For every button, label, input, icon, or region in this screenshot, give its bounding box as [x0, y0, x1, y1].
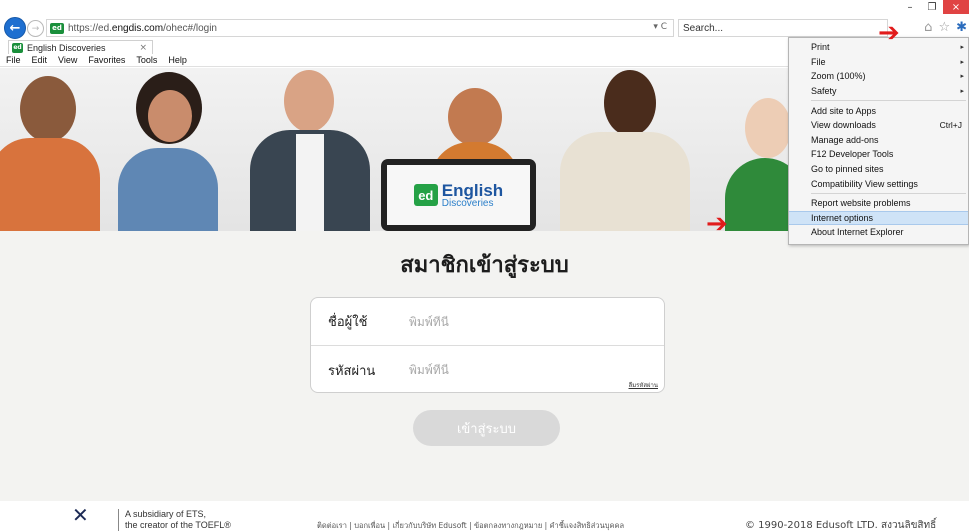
banner-tablet: ed English Discoveries [381, 159, 536, 231]
menu-item-go-to-pinned-sites[interactable]: Go to pinned sites [789, 162, 968, 177]
annotation-arrow-icon: ➔ [706, 209, 728, 239]
annotation-arrow-icon: ➔ [878, 18, 900, 48]
toolbar-icons: ⌂ ☆ ✱ [924, 20, 967, 35]
menu-separator [811, 192, 966, 194]
menu-item-shortcut: Ctrl+J [939, 120, 962, 131]
back-button[interactable]: ← [4, 17, 26, 39]
menu-item-compatibility-view-settings[interactable]: Compatibility View settings [789, 176, 968, 191]
password-row: รหัสผ่าน ลืมรหัสผ่าน [311, 346, 664, 394]
username-label: ชื่อผู้ใช้ [328, 315, 368, 330]
banner-person-3 [250, 68, 370, 231]
login-button[interactable]: เข้าสู่ระบบ [413, 410, 560, 446]
star-icon[interactable]: ☆ [938, 20, 950, 35]
login-title: สมาชิกเข้าสู่ระบบ [400, 253, 569, 278]
restore-button[interactable]: ❐ [921, 0, 943, 14]
submenu-arrow-icon: ▸ [960, 88, 964, 96]
menu-item-label: F12 Developer Tools [811, 149, 894, 160]
url-text[interactable]: https://ed.engdis.com/ohec#/login [68, 23, 217, 34]
tools-dropdown-menu: Print ▸ File ▸ Zoom (100%) ▸ Safety ▸ Add site … [788, 37, 969, 245]
ed-logo-mark: ed [413, 184, 438, 206]
menu-item-add-site-to-apps[interactable]: Add site to Apps [789, 103, 968, 118]
menu-tools[interactable]: Tools [136, 55, 157, 66]
menu-help[interactable]: Help [168, 55, 187, 66]
footer-links[interactable]: ติดต่อเรา | บอกเพื่อน | เกี่ยวกับบริษัท … [317, 520, 624, 531]
tab-close-icon[interactable]: × [139, 43, 147, 53]
brand-name-line1: English [441, 180, 504, 200]
menu-item-label: Report website problems [811, 198, 911, 209]
menu-item-label: Internet options [811, 212, 874, 223]
submenu-arrow-icon: ▸ [960, 73, 964, 81]
tab-favicon-icon: ed [12, 42, 23, 53]
menu-item-label: Add site to Apps [811, 105, 877, 116]
submenu-arrow-icon: ▸ [960, 44, 964, 52]
password-label: รหัสผ่าน [328, 363, 376, 379]
login-form: ชื่อผู้ใช้ รหัสผ่าน ลืมรหัสผ่าน [310, 297, 665, 393]
address-bar[interactable]: ed https://ed.engdis.com/ohec#/login ▾ C [46, 19, 674, 37]
window-controls: – ❐ × [899, 0, 969, 14]
menu-item-view-downloads[interactable]: View downloads Ctrl+J [789, 118, 968, 133]
brand-name-line2: Discoveries [441, 197, 494, 209]
footer: ✕ A subsidiary of ETS, the creator of th… [0, 501, 969, 531]
banner-person-5 [560, 68, 690, 231]
menu-separator [811, 100, 966, 102]
username-input[interactable] [409, 314, 609, 329]
gear-icon[interactable]: ✱ [956, 20, 967, 35]
search-input[interactable]: Search... [678, 19, 888, 37]
url-prefix: https://ed. [68, 22, 112, 34]
close-window-button[interactable]: × [943, 0, 969, 14]
url-domain: engdis.com [111, 22, 164, 34]
banner-person-2 [110, 68, 220, 231]
login-section: สมาชิกเข้าสู่ระบบ ชื่อผู้ใช้ รหัสผ่าน ลื… [0, 231, 969, 501]
forward-arrow-icon: → [31, 23, 40, 34]
menu-item-label: Compatibility View settings [811, 178, 918, 189]
minimize-button[interactable]: – [899, 0, 921, 14]
username-row: ชื่อผู้ใช้ [311, 298, 664, 346]
menu-item-label: Print [811, 42, 830, 53]
menu-edit[interactable]: Edit [32, 55, 48, 66]
menu-item-manage-add-ons[interactable]: Manage add-ons [789, 133, 968, 148]
submenu-arrow-icon: ▸ [960, 58, 964, 66]
refresh-dropdown-icon[interactable]: ▾ C [653, 22, 667, 32]
menu-item-label: File [811, 56, 826, 67]
ets-line-2: the creator of the TOEFL® [125, 520, 231, 530]
url-path: /ohec#/login [163, 22, 217, 34]
ets-line-1: A subsidiary of ETS, [125, 509, 207, 519]
menu-item-internet-options[interactable]: Internet options [789, 210, 968, 226]
back-arrow-icon: ← [9, 20, 21, 36]
menu-item-zoom-100[interactable]: Zoom (100%) ▸ [789, 69, 968, 84]
menu-item-file[interactable]: File ▸ [789, 55, 968, 70]
menu-item-label: Manage add-ons [811, 134, 879, 145]
site-favicon-icon: ed [50, 22, 64, 34]
home-icon[interactable]: ⌂ [924, 20, 932, 35]
forward-button[interactable]: → [27, 20, 44, 37]
copyright: © 1990-2018 Edusoft LTD. สงวนลิขสิทธิ์ [745, 520, 937, 531]
menu-item-safety[interactable]: Safety ▸ [789, 84, 968, 99]
menu-item-label: Go to pinned sites [811, 164, 884, 175]
menu-favorites[interactable]: Favorites [88, 55, 125, 66]
menu-item-f12-developer-tools[interactable]: F12 Developer Tools [789, 147, 968, 162]
banner-person-1 [0, 68, 100, 231]
ets-logo-icon: ✕ [72, 503, 89, 527]
menu-item-label: View downloads [811, 120, 876, 131]
menu-item-label: About Internet Explorer [811, 227, 904, 238]
tab-title: English Discoveries [27, 42, 106, 53]
password-input[interactable] [409, 363, 609, 377]
menu-view[interactable]: View [58, 55, 77, 66]
tab-english-discoveries[interactable]: ed English Discoveries × [8, 40, 153, 54]
menu-item-report-website-problems[interactable]: Report website problems [789, 196, 968, 211]
menu-item-label: Safety [811, 86, 837, 97]
menu-item-about-internet-explorer[interactable]: About Internet Explorer [789, 225, 968, 240]
ets-subsidiary-text: A subsidiary of ETS, the creator of the … [118, 509, 231, 531]
english-discoveries-logo: ed English Discoveries [387, 165, 530, 225]
menu-file[interactable]: File [6, 55, 21, 66]
forgot-password-link[interactable]: ลืมรหัสผ่าน [629, 380, 658, 390]
menu-item-label: Zoom (100%) [811, 71, 866, 82]
